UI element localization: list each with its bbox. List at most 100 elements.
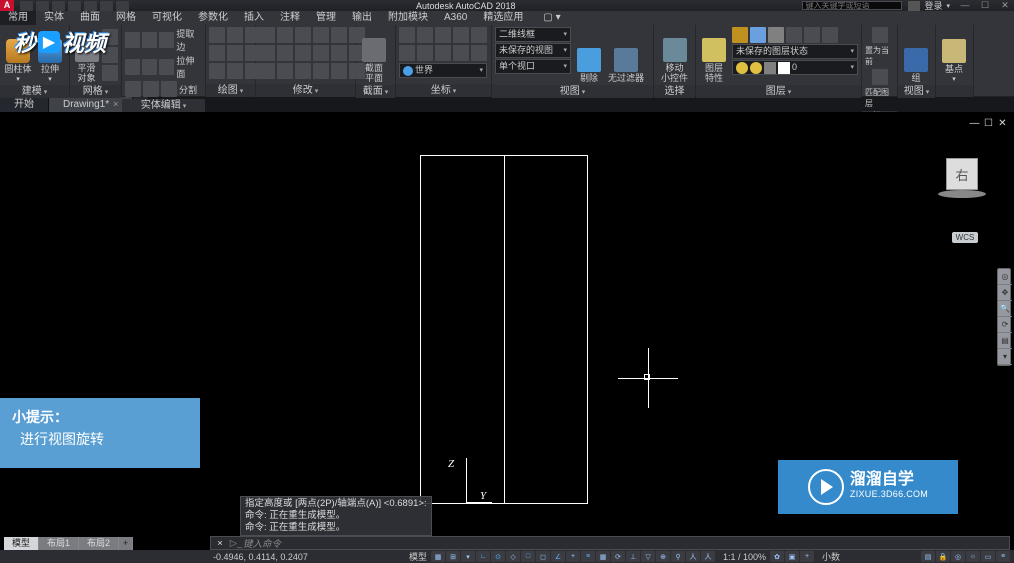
panel-label-modeling[interactable]: 建模 bbox=[22, 86, 47, 97]
erase-icon[interactable] bbox=[259, 63, 275, 79]
spline-icon[interactable] bbox=[227, 63, 243, 79]
status-snap-icon[interactable]: ⊞ bbox=[446, 551, 460, 562]
layer-props-button[interactable]: 图层 特性 bbox=[699, 27, 729, 83]
saved-view-dropdown[interactable]: 未保存的视图▾ bbox=[495, 43, 571, 58]
layout-tab-2[interactable]: 布局2 bbox=[79, 537, 119, 550]
status-autoscale-icon[interactable]: 人 bbox=[701, 551, 715, 562]
panel-label-view[interactable]: 视图 bbox=[560, 86, 585, 97]
intersect-icon[interactable] bbox=[125, 59, 140, 75]
shell-icon[interactable] bbox=[142, 59, 157, 75]
ribbon-tab-2[interactable]: 曲面 bbox=[72, 11, 108, 25]
status-dropdown-icon[interactable]: ▾ bbox=[461, 551, 475, 562]
status-isolate-icon[interactable]: ☼ bbox=[966, 551, 980, 562]
layer-state-dropdown[interactable]: 未保存的图层状态▾ bbox=[732, 44, 858, 59]
status-ws-icon[interactable]: ✿ bbox=[770, 551, 784, 562]
status-custom-icon[interactable]: ≡ bbox=[996, 551, 1010, 562]
close-tab-icon[interactable]: × bbox=[113, 97, 118, 112]
viewport-dropdown[interactable]: 单个视口▾ bbox=[495, 59, 571, 74]
ucs-named-icon[interactable] bbox=[471, 45, 487, 61]
viewcube-compass[interactable] bbox=[938, 190, 986, 198]
ribbon-tab-3[interactable]: 网格 bbox=[108, 11, 144, 25]
layout-tab-model[interactable]: 模型 bbox=[4, 537, 39, 550]
status-annoscale-icon[interactable]: ⚲ bbox=[671, 551, 685, 562]
status-cycle-icon[interactable]: ⟳ bbox=[611, 551, 625, 562]
ucs-y-icon[interactable] bbox=[417, 45, 433, 61]
status-polar-icon[interactable]: ⊙ bbox=[491, 551, 505, 562]
section-button[interactable]: 截面 平面 bbox=[359, 27, 389, 83]
ribbon-tab-11[interactable]: A360 bbox=[436, 11, 475, 25]
status-units-icon[interactable]: + bbox=[800, 551, 814, 562]
ribbon-extra-icon[interactable]: ▢ ▾ bbox=[535, 11, 568, 25]
ribbon-tab-10[interactable]: 附加模块 bbox=[380, 11, 436, 25]
nav-orbit-icon[interactable]: ⟳ bbox=[998, 317, 1012, 333]
layer-freeze-icon[interactable] bbox=[750, 27, 766, 43]
status-filter-icon[interactable]: ▽ bbox=[641, 551, 655, 562]
split-icon[interactable] bbox=[161, 81, 177, 97]
status-otrack-icon[interactable]: ∠ bbox=[551, 551, 565, 562]
status-model-label[interactable]: 模型 bbox=[405, 550, 431, 563]
line-icon[interactable] bbox=[209, 27, 225, 43]
status-hw-icon[interactable]: ◎ bbox=[951, 551, 965, 562]
nav-showmotion-icon[interactable]: ▤ bbox=[998, 333, 1012, 349]
rotate-icon[interactable] bbox=[277, 27, 293, 43]
help-search-input[interactable] bbox=[802, 1, 902, 10]
join-icon[interactable] bbox=[331, 63, 347, 79]
file-tab-start[interactable]: 开始 bbox=[0, 97, 49, 112]
copy-icon[interactable] bbox=[259, 45, 275, 61]
ucs-3point-icon[interactable] bbox=[453, 45, 469, 61]
close-button[interactable]: ✕ bbox=[996, 0, 1014, 11]
status-osnap-icon[interactable]: □ bbox=[521, 551, 535, 562]
move-icon[interactable] bbox=[259, 27, 275, 43]
panel-label-modify[interactable]: 修改 bbox=[293, 85, 318, 96]
status-monitor-icon[interactable]: ▣ bbox=[785, 551, 799, 562]
panel-label-coords[interactable]: 坐标 bbox=[431, 85, 456, 96]
status-qprop-icon[interactable]: ▤ bbox=[921, 551, 935, 562]
status-lock-icon[interactable]: 🔒 bbox=[936, 551, 950, 562]
nofilter-button[interactable]: 无过滤器 bbox=[607, 27, 645, 83]
cull-button[interactable]: 剔除 bbox=[574, 27, 604, 83]
thicken-icon[interactable] bbox=[143, 81, 159, 97]
status-iso-icon[interactable]: ◇ bbox=[506, 551, 520, 562]
viewport-close-icon[interactable]: ✕ bbox=[997, 118, 1008, 129]
scale-icon[interactable] bbox=[295, 45, 311, 61]
stretch-icon[interactable] bbox=[277, 45, 293, 61]
ribbon-tab-4[interactable]: 可视化 bbox=[144, 11, 190, 25]
layer-on-icon[interactable] bbox=[804, 27, 820, 43]
ellipse-icon[interactable] bbox=[209, 63, 225, 79]
ucs-origin-icon[interactable] bbox=[471, 27, 487, 43]
status-ducs-icon[interactable]: ⊥ bbox=[626, 551, 640, 562]
nav-wheel-icon[interactable]: ◎ bbox=[998, 269, 1012, 285]
status-annovis-icon[interactable]: 人 bbox=[686, 551, 700, 562]
wcs-label[interactable]: WCS bbox=[952, 232, 978, 243]
ribbon-tab-5[interactable]: 参数化 bbox=[190, 11, 236, 25]
panel-label-draw[interactable]: 绘图 bbox=[218, 85, 243, 96]
polyline-icon[interactable] bbox=[227, 27, 243, 43]
status-gizmo-icon[interactable]: ⊕ bbox=[656, 551, 670, 562]
layer-match-icon[interactable] bbox=[822, 27, 838, 43]
nav-more-icon[interactable]: ▾ bbox=[998, 349, 1012, 365]
status-ortho-icon[interactable]: ∟ bbox=[476, 551, 490, 562]
panel-label-view2[interactable]: 视图 bbox=[904, 86, 929, 97]
command-line[interactable]: × ▷_ 键入命令 bbox=[210, 536, 1010, 550]
layout-tab-1[interactable]: 布局1 bbox=[39, 537, 79, 550]
ucs-x-icon[interactable] bbox=[399, 45, 415, 61]
panel-label-solidedit[interactable]: 实体编辑 bbox=[141, 100, 186, 111]
ucs-icon[interactable] bbox=[399, 27, 415, 43]
panel-label-layers[interactable]: 图层 bbox=[766, 86, 791, 97]
panel-label-mesh[interactable]: 网格 bbox=[83, 86, 108, 97]
rectangle-icon[interactable] bbox=[227, 45, 243, 61]
trim-icon[interactable] bbox=[295, 27, 311, 43]
status-lwt-icon[interactable]: ≡ bbox=[581, 551, 595, 562]
explode-icon[interactable] bbox=[277, 63, 293, 79]
status-3dsnap-icon[interactable]: ◻ bbox=[536, 551, 550, 562]
gizmo-button[interactable]: 移动 小控件 bbox=[657, 27, 692, 83]
layout-tab-add[interactable]: + bbox=[119, 537, 133, 550]
break-icon[interactable] bbox=[313, 63, 329, 79]
visual-style-dropdown[interactable]: 二维线框▾ bbox=[495, 27, 571, 42]
ribbon-tab-9[interactable]: 输出 bbox=[344, 11, 380, 25]
ribbon-tab-1[interactable]: 实体 bbox=[36, 11, 72, 25]
file-tab-drawing1[interactable]: Drawing1*× bbox=[49, 97, 133, 112]
align-icon[interactable] bbox=[295, 63, 311, 79]
ribbon-tab-6[interactable]: 插入 bbox=[236, 11, 272, 25]
mirror-icon[interactable] bbox=[331, 27, 347, 43]
